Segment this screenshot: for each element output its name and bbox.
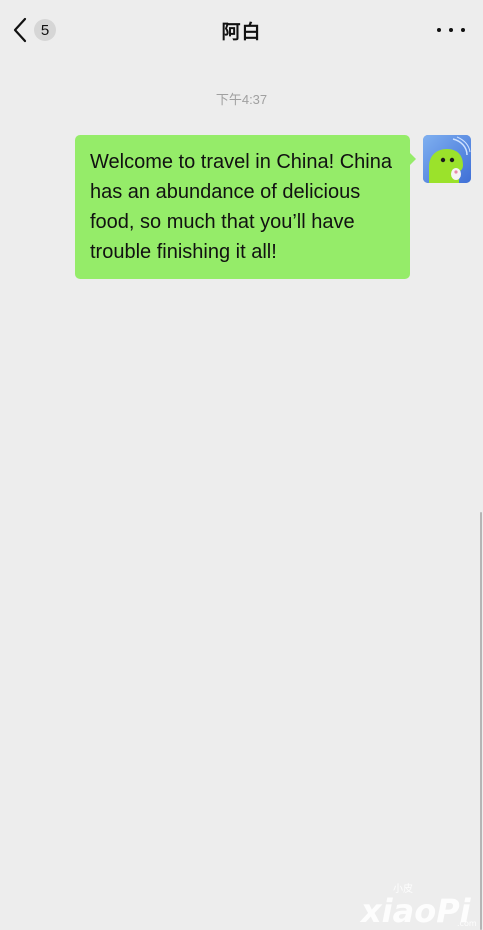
more-dot-icon <box>449 28 453 32</box>
chat-header: 5 阿白 <box>0 0 483 60</box>
svg-text:xiaoPi: xiaoPi <box>359 892 472 928</box>
message-bubble[interactable]: Welcome to travel in China! China has an… <box>75 135 410 279</box>
message-timestamp: 下午4:37 <box>215 92 268 107</box>
watermark-logo: 小皮 xiaoPi .com <box>359 878 479 930</box>
bubble-tail <box>409 152 416 166</box>
chat-screen: 5 阿白 下午4:37 Welcome to travel in China! … <box>0 0 483 930</box>
more-options-button[interactable] <box>437 18 465 42</box>
scrollbar[interactable] <box>480 512 482 930</box>
avatar-image <box>423 135 471 183</box>
chat-title: 阿白 <box>221 22 262 43</box>
more-dot-icon <box>461 28 465 32</box>
avatar[interactable] <box>423 135 471 183</box>
more-dot-icon <box>437 28 441 32</box>
svg-text:.com: .com <box>457 919 477 928</box>
